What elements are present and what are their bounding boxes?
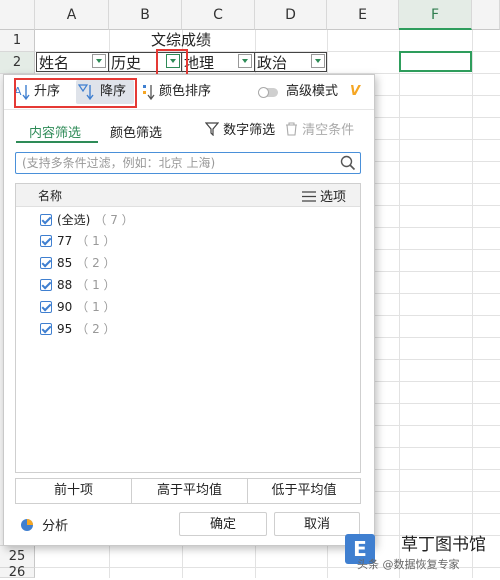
analysis-label: 分析 bbox=[42, 519, 69, 534]
sort-toolbar: A 升序 降序 颜色排序 高级模式 V bbox=[4, 75, 374, 110]
checkbox-checked-icon[interactable] bbox=[40, 279, 52, 291]
filter-search-input[interactable]: (支持多条件过滤，例如：北京 上海) bbox=[15, 152, 361, 174]
list-item[interactable]: 88 （ 1 ） bbox=[40, 275, 116, 295]
menu-icon bbox=[302, 191, 316, 202]
search-icon[interactable] bbox=[340, 155, 356, 171]
item-count: （ 2 ） bbox=[76, 322, 116, 336]
options-button[interactable]: 选项 bbox=[302, 186, 346, 205]
item-label: 77 bbox=[57, 234, 73, 248]
column-header-b[interactable]: B bbox=[109, 0, 182, 30]
select-all-corner[interactable] bbox=[0, 0, 35, 30]
below-average-button[interactable]: 低于平均值 bbox=[248, 479, 360, 503]
item-label: (全选) bbox=[57, 213, 91, 227]
column-header-d[interactable]: D bbox=[255, 0, 327, 30]
header-history-label: 历史 bbox=[111, 54, 142, 72]
column-header-a[interactable]: A bbox=[35, 0, 109, 30]
column-header-c[interactable]: C bbox=[182, 0, 255, 30]
list-item-select-all[interactable]: (全选) （ 7 ） bbox=[40, 210, 134, 230]
item-count: （ 1 ） bbox=[76, 300, 116, 314]
color-sort-button[interactable]: 颜色排序 bbox=[142, 80, 220, 104]
value-list-header: 名称 选项 bbox=[16, 184, 360, 207]
clear-conditions-label: 清空条件 bbox=[302, 123, 355, 138]
header-geography-label: 地理 bbox=[184, 54, 215, 72]
row-header-1[interactable]: 1 bbox=[0, 30, 35, 52]
advanced-mode-label: 高级模式 bbox=[286, 84, 339, 99]
search-placeholder: (支持多条件过滤，例如：北京 上海) bbox=[22, 156, 216, 170]
watermark-sub: 头条 @数据恢复专家 bbox=[357, 558, 460, 571]
above-average-button[interactable]: 高于平均值 bbox=[132, 479, 248, 503]
column-header-g[interactable] bbox=[472, 0, 500, 30]
item-label: 88 bbox=[57, 278, 73, 292]
number-filter-button[interactable]: 数字筛选 bbox=[204, 119, 276, 139]
list-item[interactable]: 85 （ 2 ） bbox=[40, 253, 116, 273]
row-header-2[interactable]: 2 bbox=[0, 52, 35, 74]
advanced-mode-toggle[interactable]: 高级模式 V bbox=[258, 80, 368, 104]
clear-conditions-button[interactable]: 清空条件 bbox=[285, 119, 354, 138]
list-item[interactable]: 77 （ 1 ） bbox=[40, 231, 116, 251]
item-count: （ 2 ） bbox=[76, 256, 116, 270]
filter-popup: A 升序 降序 颜色排序 高级模式 V 内容筛选 颜色筛选 数字筛选 清空条件 … bbox=[3, 74, 375, 546]
item-label: 85 bbox=[57, 256, 73, 270]
tab-content-filter[interactable]: 内容筛选 bbox=[29, 122, 81, 141]
column-header-f[interactable]: F bbox=[399, 0, 472, 30]
ok-button[interactable]: 确定 bbox=[179, 512, 267, 536]
analysis-button[interactable]: 分析 bbox=[20, 516, 68, 534]
selected-cell-f2[interactable] bbox=[399, 51, 472, 72]
item-label: 90 bbox=[57, 300, 73, 314]
pie-chart-icon bbox=[20, 518, 34, 532]
checkbox-checked-icon[interactable] bbox=[40, 323, 52, 335]
item-label: 95 bbox=[57, 322, 73, 336]
checkbox-checked-icon[interactable] bbox=[40, 301, 52, 313]
list-header-name: 名称 bbox=[38, 189, 63, 203]
tab-color-filter[interactable]: 颜色筛选 bbox=[110, 122, 162, 141]
trash-icon bbox=[285, 122, 298, 136]
highlight-sort-buttons bbox=[14, 78, 137, 108]
item-count: （ 7 ） bbox=[94, 213, 134, 227]
list-item[interactable]: 90 （ 1 ） bbox=[40, 297, 116, 317]
color-sort-label: 颜色排序 bbox=[159, 84, 212, 99]
tab-underline bbox=[16, 141, 98, 143]
sheet-title-cell[interactable]: 文综成绩 bbox=[36, 30, 326, 51]
quick-filter-row: 前十项 高于平均值 低于平均值 bbox=[15, 478, 361, 504]
filter-dropdown-name[interactable] bbox=[92, 54, 106, 68]
watermark: E 草丁图书馆 头条 @数据恢复专家 bbox=[345, 530, 500, 578]
filter-dropdown-politics[interactable] bbox=[311, 54, 325, 68]
watermark-brand: 草丁图书馆 bbox=[401, 535, 486, 555]
popup-footer: 分析 确定 取消 bbox=[4, 512, 374, 546]
highlight-history-dropdown bbox=[156, 49, 188, 77]
top-ten-button[interactable]: 前十项 bbox=[16, 479, 132, 503]
row-header-26[interactable]: 26 bbox=[0, 566, 35, 579]
funnel-icon bbox=[204, 122, 220, 137]
checkbox-checked-icon[interactable] bbox=[40, 257, 52, 269]
value-list: 名称 选项 (全选) （ 7 ） 77 （ 1 ） 85 （ 2 ） 88 （ 1 ） … bbox=[15, 183, 361, 473]
color-sort-icon bbox=[143, 85, 155, 101]
item-count: （ 1 ） bbox=[76, 234, 116, 248]
checkbox-checked-icon[interactable] bbox=[40, 235, 52, 247]
number-filter-label: 数字筛选 bbox=[223, 123, 276, 138]
item-count: （ 1 ） bbox=[76, 278, 116, 292]
toggle-switch-icon bbox=[258, 87, 278, 98]
column-header-e[interactable]: E bbox=[327, 0, 399, 30]
header-politics-label: 政治 bbox=[257, 54, 288, 72]
vip-icon: V bbox=[350, 84, 361, 99]
filter-dropdown-geography[interactable] bbox=[238, 54, 252, 68]
checkbox-checked-icon[interactable] bbox=[40, 214, 52, 226]
list-item[interactable]: 95 （ 2 ） bbox=[40, 319, 116, 339]
header-name-label: 姓名 bbox=[39, 54, 70, 72]
options-label: 选项 bbox=[320, 190, 347, 205]
